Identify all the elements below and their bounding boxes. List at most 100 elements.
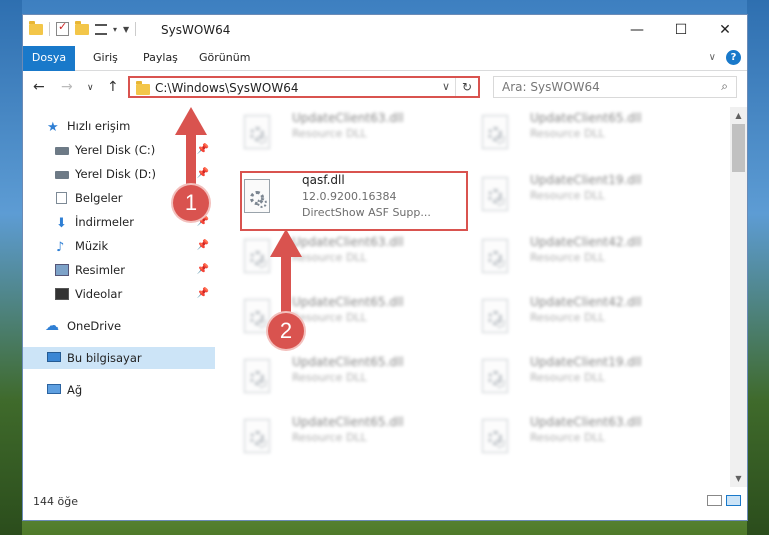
help-icon[interactable]: ?	[726, 50, 741, 65]
sidebar-item-label: Belgeler	[75, 191, 123, 205]
sidebar-item-label: İndirmeler	[75, 215, 134, 229]
chevron-down-icon[interactable]: ∨	[442, 80, 450, 93]
file-name: UpdateClient65.dll	[530, 111, 642, 125]
scroll-down-icon[interactable]: ▼	[730, 470, 747, 487]
sidebar-item-music[interactable]: ♪ Müzik 📌	[23, 235, 215, 257]
expand-ribbon-icon[interactable]: ∨	[709, 52, 716, 63]
ribbon-tabs: Dosya Giriş Paylaş Görünüm ∨ ?	[23, 46, 747, 94]
refresh-icon[interactable]: ↻	[455, 78, 478, 96]
address-path: C:\Windows\SysWOW64	[155, 81, 299, 95]
search-icon[interactable]: ⌕	[721, 79, 728, 94]
dll-file-icon	[482, 299, 512, 335]
pictures-icon	[55, 264, 69, 276]
folder-icon	[136, 81, 150, 95]
search-placeholder: Ara: SysWOW64	[502, 80, 600, 94]
music-icon: ♪	[56, 240, 65, 255]
file-type: Resource DLL	[530, 311, 605, 324]
sidebar-item-label: Yerel Disk (D:)	[75, 167, 157, 181]
large-icons-view-icon[interactable]	[726, 495, 741, 506]
list-item[interactable]: UpdateClient42.dll Resource DLL	[464, 291, 694, 339]
status-bar: 144 öğe	[23, 488, 747, 520]
list-item[interactable]: UpdateClient19.dll Resource DLL	[464, 169, 694, 217]
forward-arrow-icon[interactable]: →	[61, 79, 73, 95]
star-icon: ★	[47, 120, 59, 135]
list-item[interactable]: UpdateClient65.dll Resource DLL	[226, 411, 456, 459]
file-explorer-window: ▾ ▼ SysWOW64 — ☐ ✕ Dosya Giriş Paylaş Gö…	[22, 14, 748, 521]
tab-paylas[interactable]: Paylaş	[143, 46, 178, 70]
documents-icon	[56, 192, 67, 204]
details-view-icon[interactable]	[707, 495, 722, 506]
list-item[interactable]: UpdateClient65.dll Resource DLL	[226, 291, 456, 339]
computer-icon	[47, 352, 61, 362]
list-item[interactable]: UpdateClient63.dll Resource DLL	[226, 231, 456, 279]
scrollbar-thumb[interactable]	[732, 124, 745, 172]
sidebar-item-videos[interactable]: Videolar 📌	[23, 283, 215, 305]
file-name: UpdateClient65.dll	[292, 415, 404, 429]
address-bar[interactable]: C:\Windows\SysWOW64 ∨ ↻	[128, 76, 480, 98]
pin-icon[interactable]: 📌	[197, 235, 209, 257]
sidebar-item-label: Ağ	[67, 383, 83, 397]
list-item[interactable]: UpdateClient42.dll Resource DLL	[464, 231, 694, 279]
back-arrow-icon[interactable]: ←	[33, 79, 45, 95]
highlight-box-file	[240, 171, 468, 231]
arrow-up-icon	[175, 107, 207, 135]
sidebar-item-label: Hızlı erişim	[67, 119, 131, 133]
list-item[interactable]: UpdateClient63.dll Resource DLL	[226, 107, 456, 155]
sidebar-item-pictures[interactable]: Resimler 📌	[23, 259, 215, 281]
sidebar-item-network[interactable]: Ağ	[23, 379, 215, 401]
pin-icon[interactable]: 📌	[197, 139, 209, 161]
new-folder-icon[interactable]	[75, 20, 89, 35]
download-icon: ⬇	[56, 216, 67, 231]
file-type: Resource DLL	[530, 127, 605, 140]
sidebar-item-label: Resimler	[75, 263, 125, 277]
sidebar-item-this-pc[interactable]: Bu bilgisayar	[23, 347, 215, 369]
file-name: UpdateClient42.dll	[530, 235, 642, 249]
customize-toolbar-icon[interactable]: ▼	[123, 25, 129, 34]
title-bar: ▾ ▼ SysWOW64 — ☐ ✕	[23, 15, 747, 46]
sidebar-item-label: Videolar	[75, 287, 123, 301]
list-item[interactable]: UpdateClient65.dll Resource DLL	[464, 107, 694, 155]
tab-gorunum[interactable]: Görünüm	[199, 46, 250, 70]
list-item[interactable]: UpdateClient65.dll Resource DLL	[226, 351, 456, 399]
list-item[interactable]: UpdateClient63.dll Resource DLL	[464, 411, 694, 459]
scroll-up-icon[interactable]: ▲	[730, 107, 747, 124]
file-list: UpdateClient63.dll Resource DLL UpdateCl…	[216, 107, 732, 487]
pin-icon[interactable]: 📌	[197, 283, 209, 305]
pin-icon[interactable]: 📌	[197, 163, 209, 185]
search-input[interactable]: Ara: SysWOW64 ⌕	[493, 76, 737, 98]
file-name: UpdateClient63.dll	[292, 111, 404, 125]
close-button[interactable]: ✕	[703, 15, 747, 45]
desktop-background-left	[0, 0, 22, 535]
file-type: Resource DLL	[292, 371, 367, 384]
file-name: UpdateClient63.dll	[530, 415, 642, 429]
properties-icon[interactable]	[95, 23, 107, 35]
chevron-down-icon[interactable]: ▾	[113, 25, 117, 34]
file-type: Resource DLL	[292, 311, 367, 324]
list-item[interactable]: UpdateClient19.dll Resource DLL	[464, 351, 694, 399]
file-name: UpdateClient65.dll	[292, 295, 404, 309]
dll-file-icon	[482, 115, 512, 151]
vertical-scrollbar[interactable]: ▲ ▼	[730, 107, 747, 487]
drive-icon	[55, 147, 69, 155]
tab-giris[interactable]: Giriş	[93, 46, 118, 70]
quick-access-toolbar: ▾ ▼	[29, 20, 137, 36]
maximize-button[interactable]: ☐	[659, 15, 703, 45]
up-arrow-icon[interactable]: ↑	[107, 79, 119, 95]
network-icon	[47, 384, 61, 394]
properties-check-icon[interactable]	[56, 20, 69, 36]
folder-icon	[29, 20, 43, 35]
file-type: Resource DLL	[292, 251, 367, 264]
pin-icon[interactable]: 📌	[197, 259, 209, 281]
drive-icon	[55, 171, 69, 179]
callout-badge-1: 1	[173, 185, 209, 221]
recent-locations-icon[interactable]: ∨	[87, 83, 94, 93]
file-type: Resource DLL	[530, 189, 605, 202]
sidebar-item-onedrive[interactable]: ☁ OneDrive	[23, 315, 215, 337]
minimize-button[interactable]: —	[615, 15, 659, 45]
sidebar-item-label: Yerel Disk (C:)	[75, 143, 156, 157]
dll-file-icon	[244, 115, 274, 151]
item-count: 144 öğe	[33, 495, 78, 508]
navigation-bar: ← → ∨ ↑ C:\Windows\SysWOW64 ∨ ↻ Ara: Sys…	[23, 71, 747, 105]
file-type: Resource DLL	[530, 251, 605, 264]
file-type: Resource DLL	[292, 127, 367, 140]
